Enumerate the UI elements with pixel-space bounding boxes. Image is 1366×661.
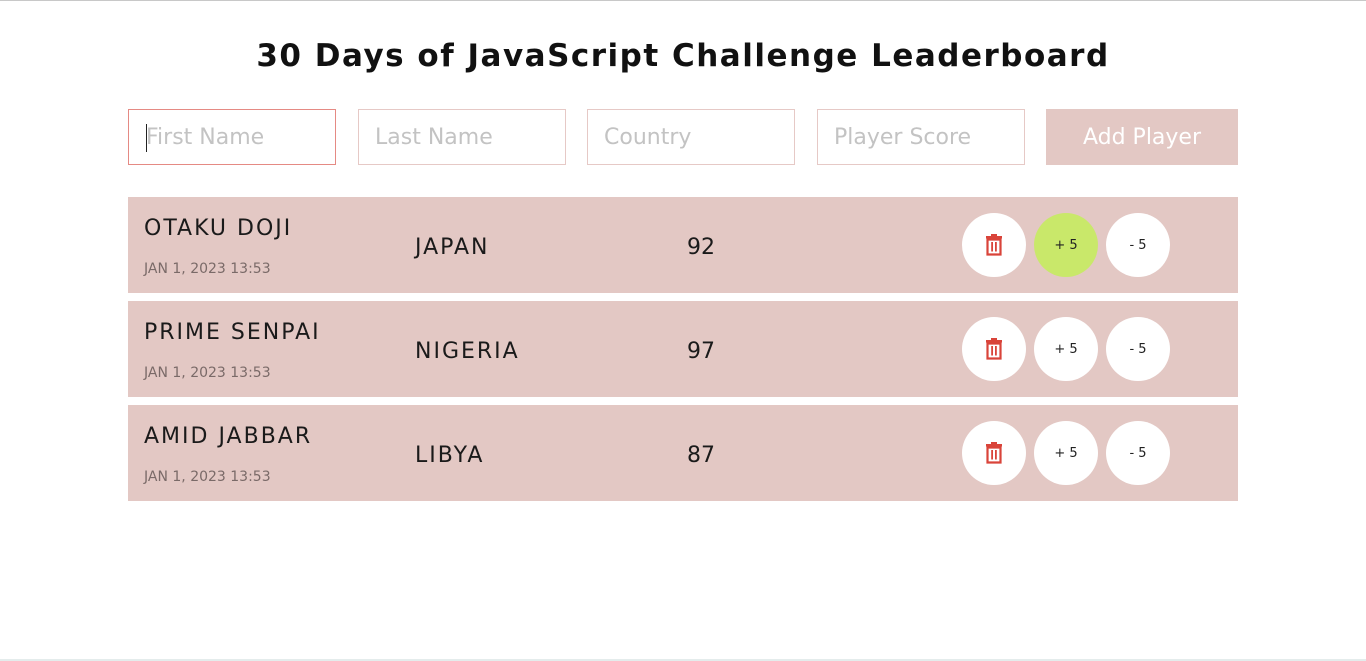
player-date: JAN 1, 2023 13:53 — [144, 261, 271, 277]
trash-icon — [986, 442, 1002, 464]
player-country: LIBYA — [415, 443, 485, 468]
add-five-button[interactable]: + 5 — [1034, 317, 1098, 381]
player-date: JAN 1, 2023 13:53 — [144, 365, 271, 381]
delete-player-button[interactable] — [962, 213, 1026, 277]
player-row: AMID JABBAR JAN 1, 2023 13:53 LIBYA 87 +… — [128, 405, 1238, 501]
player-country: JAPAN — [415, 235, 490, 260]
window-top-border — [0, 0, 1366, 1]
player-row: OTAKU DOJI JAN 1, 2023 13:53 JAPAN 92 + … — [128, 197, 1238, 293]
add-player-form: Add Player — [128, 109, 1238, 165]
player-country: NIGERIA — [415, 339, 520, 364]
subtract-five-button[interactable]: - 5 — [1106, 213, 1170, 277]
player-score: 97 — [687, 339, 715, 364]
country-input[interactable] — [587, 109, 795, 165]
add-five-button[interactable]: + 5 — [1034, 421, 1098, 485]
trash-icon — [986, 234, 1002, 256]
page-title: 30 Days of JavaScript Challenge Leaderbo… — [256, 38, 1110, 74]
player-name: AMID JABBAR — [144, 424, 313, 449]
player-name: PRIME SENPAI — [144, 320, 321, 345]
player-row: PRIME SENPAI JAN 1, 2023 13:53 NIGERIA 9… — [128, 301, 1238, 397]
leaderboard-list: OTAKU DOJI JAN 1, 2023 13:53 JAPAN 92 + … — [128, 197, 1238, 509]
last-name-input[interactable] — [358, 109, 566, 165]
player-score-input[interactable] — [817, 109, 1025, 165]
delete-player-button[interactable] — [962, 421, 1026, 485]
player-name: OTAKU DOJI — [144, 216, 293, 241]
add-player-button[interactable]: Add Player — [1046, 109, 1238, 165]
delete-player-button[interactable] — [962, 317, 1026, 381]
player-score: 92 — [687, 235, 715, 260]
text-caret — [146, 124, 147, 152]
subtract-five-button[interactable]: - 5 — [1106, 421, 1170, 485]
subtract-five-button[interactable]: - 5 — [1106, 317, 1170, 381]
first-name-input[interactable] — [128, 109, 336, 165]
trash-icon — [986, 338, 1002, 360]
player-date: JAN 1, 2023 13:53 — [144, 469, 271, 485]
player-score: 87 — [687, 443, 715, 468]
add-five-button[interactable]: + 5 — [1034, 213, 1098, 277]
